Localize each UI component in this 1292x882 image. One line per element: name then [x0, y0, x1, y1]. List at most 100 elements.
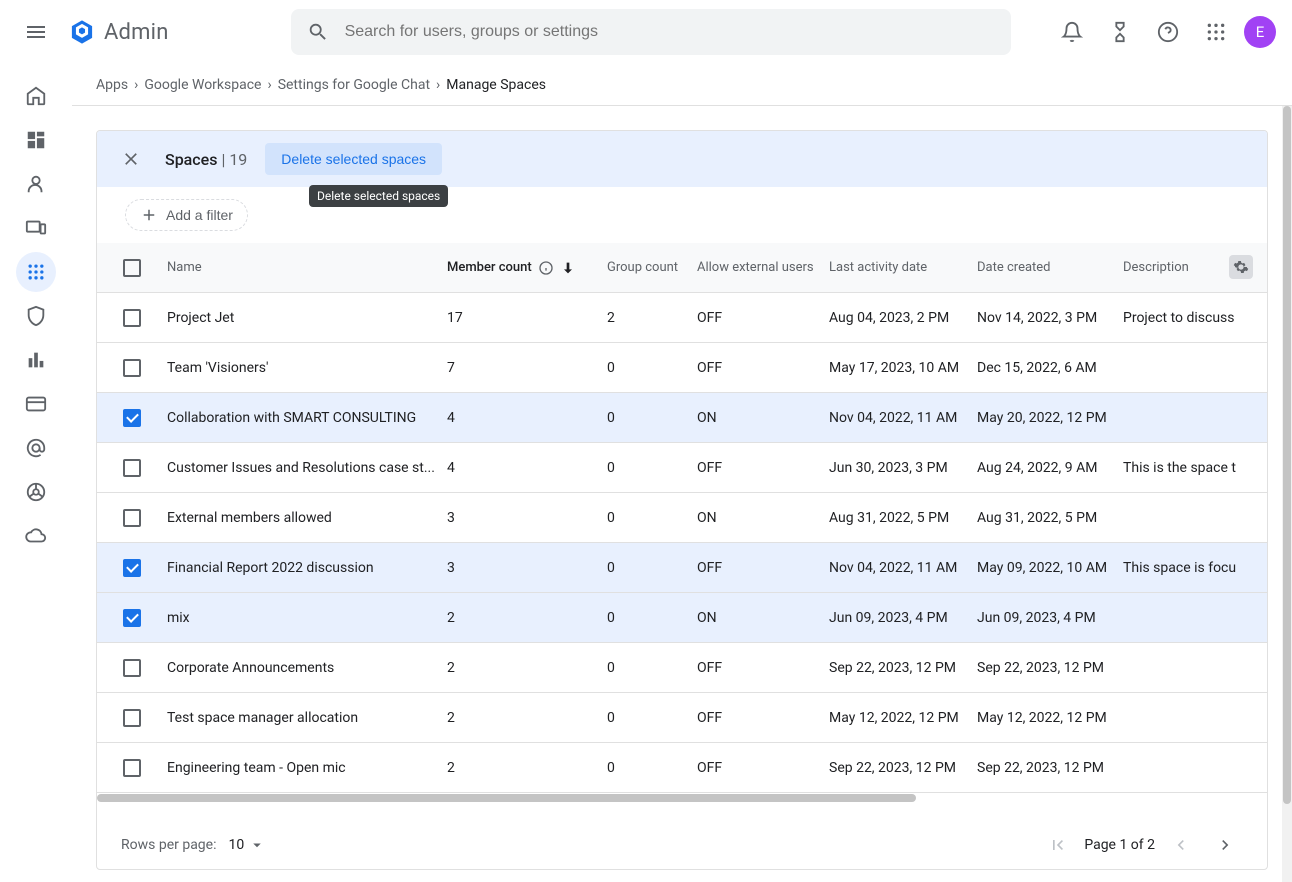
horizontal-scrollbar[interactable]: [97, 793, 1267, 803]
help-button[interactable]: [1148, 12, 1188, 52]
row-checkbox[interactable]: [123, 559, 141, 577]
cell-name: Collaboration with SMART CONSULTING: [167, 410, 447, 426]
sidebar-item-storage[interactable]: [16, 516, 56, 556]
shield-icon: [25, 305, 47, 327]
info-icon: [538, 260, 554, 276]
row-checkbox[interactable]: [123, 659, 141, 677]
prev-page-button[interactable]: [1163, 827, 1199, 863]
clear-selection-button[interactable]: [115, 143, 147, 175]
content-area: Apps › Google Workspace › Settings for G…: [72, 64, 1292, 882]
cell-name: Engineering team - Open mic: [167, 760, 447, 776]
cell-member: 4: [447, 460, 607, 476]
tasks-button[interactable]: [1100, 12, 1140, 52]
col-header-member[interactable]: Member count: [447, 260, 607, 276]
cell-desc: This is the space t: [1123, 460, 1259, 476]
sidebar-item-dashboard[interactable]: [16, 120, 56, 160]
table-row[interactable]: mix20ONJun 09, 2023, 4 PMJun 09, 2023, 4…: [97, 593, 1267, 643]
col-header-group[interactable]: Group count: [607, 260, 697, 275]
cell-external: OFF: [697, 360, 829, 376]
table-row[interactable]: Engineering team - Open mic20OFFSep 22, …: [97, 743, 1267, 793]
cell-name: mix: [167, 610, 447, 626]
search-bar[interactable]: [291, 9, 1011, 55]
cell-created: May 09, 2022, 10 AM: [977, 560, 1123, 576]
notifications-button[interactable]: [1052, 12, 1092, 52]
sidebar-item-security[interactable]: [16, 296, 56, 336]
table-row[interactable]: Corporate Announcements20OFFSep 22, 2023…: [97, 643, 1267, 693]
breadcrumb-item[interactable]: Google Workspace: [144, 77, 261, 93]
breadcrumb-item[interactable]: Apps: [96, 77, 128, 93]
row-checkbox[interactable]: [123, 409, 141, 427]
cell-created: Sep 22, 2023, 12 PM: [977, 660, 1123, 676]
col-header-name[interactable]: Name: [167, 260, 447, 275]
table-row[interactable]: Test space manager allocation20OFFMay 12…: [97, 693, 1267, 743]
sidebar-item-home[interactable]: [16, 76, 56, 116]
table-body: Project Jet172OFFAug 04, 2023, 2 PMNov 1…: [97, 293, 1267, 793]
cell-external: OFF: [697, 460, 829, 476]
cell-member: 7: [447, 360, 607, 376]
table-row[interactable]: Customer Issues and Resolutions case st.…: [97, 443, 1267, 493]
col-header-external[interactable]: Allow external users: [697, 260, 829, 275]
cell-member: 3: [447, 510, 607, 526]
page-indicator: Page 1 of 2: [1084, 837, 1155, 853]
home-icon: [25, 85, 47, 107]
app-logo[interactable]: Admin: [68, 18, 169, 46]
row-checkbox[interactable]: [123, 359, 141, 377]
cell-external: ON: [697, 510, 829, 526]
sidebar-item-devices[interactable]: [16, 208, 56, 248]
spaces-table: Name Member count Group count Allow exte…: [97, 243, 1267, 821]
sidebar-item-account[interactable]: [16, 428, 56, 468]
table-header: Name Member count Group count Allow exte…: [97, 243, 1267, 293]
selection-title: Spaces | 19: [165, 150, 247, 169]
cell-activity: Jun 30, 2023, 3 PM: [829, 460, 977, 476]
header-actions: E: [1052, 12, 1276, 52]
sidebar-item-billing[interactable]: [16, 384, 56, 424]
cell-activity: Sep 22, 2023, 12 PM: [829, 660, 977, 676]
apps-button[interactable]: [1196, 12, 1236, 52]
tooltip: Delete selected spaces: [309, 185, 448, 207]
plus-icon: [140, 206, 158, 224]
sidebar-item-users[interactable]: [16, 164, 56, 204]
row-checkbox[interactable]: [123, 509, 141, 527]
breadcrumb-current: Manage Spaces: [446, 77, 546, 93]
hourglass-icon: [1109, 21, 1131, 43]
cell-external: OFF: [697, 310, 829, 326]
rpp-select[interactable]: 10: [228, 836, 266, 854]
add-filter-button[interactable]: Add a filter: [125, 199, 248, 231]
cell-activity: May 12, 2022, 12 PM: [829, 710, 977, 726]
cell-name: Test space manager allocation: [167, 710, 447, 726]
col-header-created[interactable]: Date created: [977, 260, 1123, 275]
sidebar-item-reporting[interactable]: [16, 340, 56, 380]
breadcrumb: Apps › Google Workspace › Settings for G…: [72, 64, 1292, 106]
menu-button[interactable]: [16, 12, 56, 52]
next-page-button[interactable]: [1207, 827, 1243, 863]
table-row[interactable]: Project Jet172OFFAug 04, 2023, 2 PMNov 1…: [97, 293, 1267, 343]
table-row[interactable]: Collaboration with SMART CONSULTING40ONN…: [97, 393, 1267, 443]
col-header-activity[interactable]: Last activity date: [829, 260, 977, 275]
column-settings-button[interactable]: [1229, 255, 1253, 279]
vertical-scrollbar[interactable]: [1282, 106, 1292, 882]
row-checkbox[interactable]: [123, 459, 141, 477]
cell-name: Project Jet: [167, 310, 447, 326]
table-row[interactable]: Team 'Visioners'70OFFMay 17, 2023, 10 AM…: [97, 343, 1267, 393]
avatar[interactable]: E: [1244, 16, 1276, 48]
table-row[interactable]: Financial Report 2022 discussion30OFFNov…: [97, 543, 1267, 593]
menu-icon: [24, 20, 48, 44]
first-page-button[interactable]: [1040, 827, 1076, 863]
chevron-right-icon: ›: [134, 77, 138, 93]
row-checkbox[interactable]: [123, 609, 141, 627]
delete-selected-button[interactable]: Delete selected spaces: [265, 143, 442, 175]
row-checkbox[interactable]: [123, 759, 141, 777]
chevron-right-icon: ›: [436, 77, 440, 93]
row-checkbox[interactable]: [123, 709, 141, 727]
cell-external: OFF: [697, 560, 829, 576]
cell-activity: Aug 31, 2022, 5 PM: [829, 510, 977, 526]
sidebar-item-apps[interactable]: [16, 252, 56, 292]
sidebar-item-rules[interactable]: [16, 472, 56, 512]
row-checkbox[interactable]: [123, 309, 141, 327]
table-row[interactable]: External members allowed30ONAug 31, 2022…: [97, 493, 1267, 543]
cell-name: Financial Report 2022 discussion: [167, 560, 447, 576]
select-all-checkbox[interactable]: [123, 259, 141, 277]
cell-created: May 20, 2022, 12 PM: [977, 410, 1123, 426]
search-input[interactable]: [345, 23, 995, 41]
breadcrumb-item[interactable]: Settings for Google Chat: [278, 77, 430, 93]
